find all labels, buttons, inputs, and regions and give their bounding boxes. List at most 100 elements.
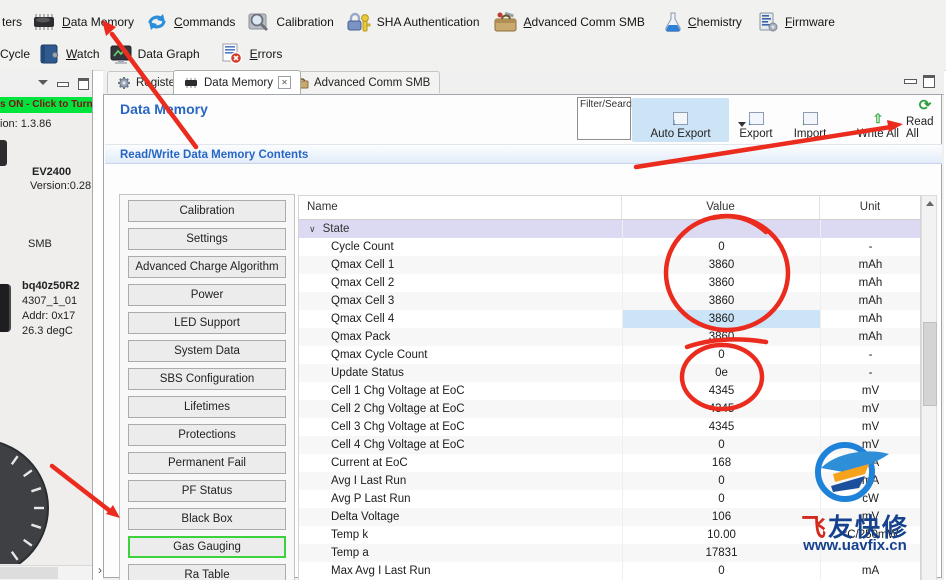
toolbar-advanced-comm-smb[interactable]: Advanced Comm SMB xyxy=(493,11,645,33)
toolbar-sha-authentication[interactable]: SHA Authentication xyxy=(346,11,480,33)
toolbar-errors[interactable]: Errors xyxy=(219,43,283,65)
data-memory-table: Name Value Unit ∨State ∨Cycle Count 0 - xyxy=(298,195,921,580)
toolbar-calibration[interactable]: Calibration xyxy=(247,11,333,33)
table-row[interactable]: ∨Cycle Count 0 - xyxy=(299,238,920,256)
import-dropdown-arrow-icon[interactable] xyxy=(738,122,746,127)
row-value-cell[interactable]: 3860 xyxy=(622,292,820,310)
minimize-view-icon[interactable] xyxy=(57,82,69,87)
category-button[interactable]: Gas Gauging xyxy=(128,536,286,558)
category-button[interactable]: PF Status xyxy=(128,480,286,502)
table-row[interactable]: ∨Qmax Cycle Count 0 - xyxy=(299,346,920,364)
fuel-gauge-on-banner[interactable]: s ON - Click to Turn xyxy=(0,97,92,113)
maximize-view-icon[interactable] xyxy=(78,78,89,90)
toolbar-data-memory[interactable]: Data Memory xyxy=(31,12,134,32)
toolbar-registers-partial[interactable]: ters xyxy=(2,15,22,29)
toolbar-commands[interactable]: Commands xyxy=(145,11,235,33)
scroll-up-icon[interactable] xyxy=(926,201,934,206)
table-row[interactable]: ∨Cell 1 Chg Voltage at EoC 4345 mV xyxy=(299,382,920,400)
scroll-right-icon[interactable]: › xyxy=(98,563,102,577)
auto-export-button[interactable]: ↓ Auto Export xyxy=(632,98,729,142)
lock-key-icon xyxy=(346,11,372,33)
vertical-scrollbar-thumb[interactable] xyxy=(923,322,937,406)
row-value-cell[interactable]: 3860 xyxy=(622,256,820,274)
row-value-cell[interactable]: 0 xyxy=(622,436,820,454)
view-menu-icon[interactable] xyxy=(38,80,48,85)
minimize-editor-icon[interactable] xyxy=(904,79,917,84)
toolbar-chemistry[interactable]: Chemistry xyxy=(663,11,742,33)
table-row[interactable]: ∨Qmax Cell 4 3860 mAh xyxy=(299,310,920,328)
vertical-scrollbar[interactable] xyxy=(921,195,937,580)
row-value-cell[interactable]: 10.00 xyxy=(622,526,820,544)
tab-advanced-comm-smb[interactable]: Advanced Comm SMB xyxy=(285,71,440,93)
row-name-cell: ∨Cell 1 Chg Voltage at EoC xyxy=(299,382,622,400)
import-button[interactable]: ↓ Import xyxy=(784,98,836,142)
category-button[interactable]: Settings xyxy=(128,228,286,250)
row-unit-cell: mA xyxy=(820,472,920,490)
table-row[interactable]: ∨Avg P Last Run 0 cW xyxy=(299,490,920,508)
table-row[interactable]: ∨Cell 3 Chg Voltage at EoC 4345 mV xyxy=(299,418,920,436)
table-row[interactable]: ∨Temp a 17831 xyxy=(299,544,920,562)
category-button[interactable]: SBS Configuration xyxy=(128,368,286,390)
table-row[interactable]: ∨State xyxy=(299,220,920,238)
row-name-cell: ∨Qmax Cell 2 xyxy=(299,274,622,292)
row-value-cell[interactable]: 3860 xyxy=(622,274,820,292)
horizontal-scrollbar[interactable] xyxy=(0,565,92,580)
row-name-cell: ∨Temp a xyxy=(299,544,622,562)
row-value-cell[interactable]: 0 xyxy=(622,238,820,256)
column-header-value[interactable]: Value xyxy=(622,196,820,219)
row-value-cell[interactable]: 106 xyxy=(622,508,820,526)
row-value-cell[interactable]: 3860 xyxy=(622,328,820,346)
row-value-cell[interactable]: 4345 xyxy=(622,400,820,418)
table-row[interactable]: ∨Update Status 0e - xyxy=(299,364,920,382)
table-row[interactable]: ∨Qmax Cell 1 3860 mAh xyxy=(299,256,920,274)
horizontal-scrollbar-thumb[interactable] xyxy=(0,567,58,579)
toolbar-watch[interactable]: Watch xyxy=(37,43,100,65)
category-button[interactable]: Protections xyxy=(128,424,286,446)
toolbar-cycle-partial[interactable]: Cycle xyxy=(0,47,30,61)
row-value-cell[interactable]: 0 xyxy=(622,562,820,580)
table-row[interactable]: ∨Cell 2 Chg Voltage at EoC 4345 mV xyxy=(299,400,920,418)
write-all-button[interactable]: ⇧ Write All xyxy=(852,98,904,142)
category-button[interactable]: Ra Table xyxy=(128,564,286,580)
row-value-cell[interactable] xyxy=(622,220,820,238)
row-value-cell[interactable]: 4345 xyxy=(622,418,820,436)
filter-search-input[interactable]: Filter/Search xyxy=(577,97,631,140)
section-subtitle: Read/Write Data Memory Contents xyxy=(105,144,942,164)
table-row[interactable]: ∨Cell 4 Chg Voltage at EoC 0 mV xyxy=(299,436,920,454)
table-row[interactable]: ∨Qmax Cell 2 3860 mAh xyxy=(299,274,920,292)
table-row[interactable]: ∨Temp k 10.00 °C/250mW xyxy=(299,526,920,544)
table-row[interactable]: ∨Max Avg I Last Run 0 mA xyxy=(299,562,920,580)
table-row[interactable]: ∨Current at EoC 168 mA xyxy=(299,454,920,472)
toolbar-firmware[interactable]: Firmware xyxy=(756,11,835,33)
category-button[interactable]: Advanced Charge Algorithm xyxy=(128,256,286,278)
row-value-cell[interactable]: 0 xyxy=(622,472,820,490)
table-row[interactable]: ∨Qmax Cell 3 3860 mAh xyxy=(299,292,920,310)
section-chevron-icon[interactable]: ∨ xyxy=(309,224,316,234)
row-value-cell[interactable]: 0 xyxy=(622,346,820,364)
tab-data-memory[interactable]: Data Memory ✕ xyxy=(173,70,301,94)
table-row[interactable]: ∨Delta Voltage 106 mV xyxy=(299,508,920,526)
category-button[interactable]: Power xyxy=(128,284,286,306)
category-button[interactable]: Permanent Fail xyxy=(128,452,286,474)
column-header-unit[interactable]: Unit xyxy=(820,196,920,219)
row-value-cell[interactable]: 4345 xyxy=(622,382,820,400)
row-value-cell[interactable]: 168 xyxy=(622,454,820,472)
category-button[interactable]: Calibration xyxy=(128,200,286,222)
row-value-cell[interactable]: 0 xyxy=(622,490,820,508)
category-button[interactable]: LED Support xyxy=(128,312,286,334)
toolbar-data-graph[interactable]: Data Graph xyxy=(109,43,200,65)
export-button[interactable]: ↓ Export xyxy=(730,98,782,142)
maximize-editor-icon[interactable] xyxy=(923,75,935,88)
table-row[interactable]: ∨Avg I Last Run 0 mA xyxy=(299,472,920,490)
category-button[interactable]: Lifetimes xyxy=(128,396,286,418)
table-row[interactable]: ∨Qmax Pack 3860 mAh xyxy=(299,328,920,346)
row-value-cell[interactable]: 0e xyxy=(622,364,820,382)
category-button[interactable]: System Data xyxy=(128,340,286,362)
read-all-button[interactable]: ⟳ Read All xyxy=(903,98,946,142)
close-tab-icon[interactable]: ✕ xyxy=(278,76,291,89)
column-header-name[interactable]: Name xyxy=(299,196,622,219)
row-value-cell[interactable]: 3860 xyxy=(622,310,820,328)
table-body: ∨State ∨Cycle Count 0 - ∨Qmax Cell 1 386… xyxy=(299,220,920,580)
category-button[interactable]: Black Box xyxy=(128,508,286,530)
row-value-cell[interactable]: 17831 xyxy=(622,544,820,562)
